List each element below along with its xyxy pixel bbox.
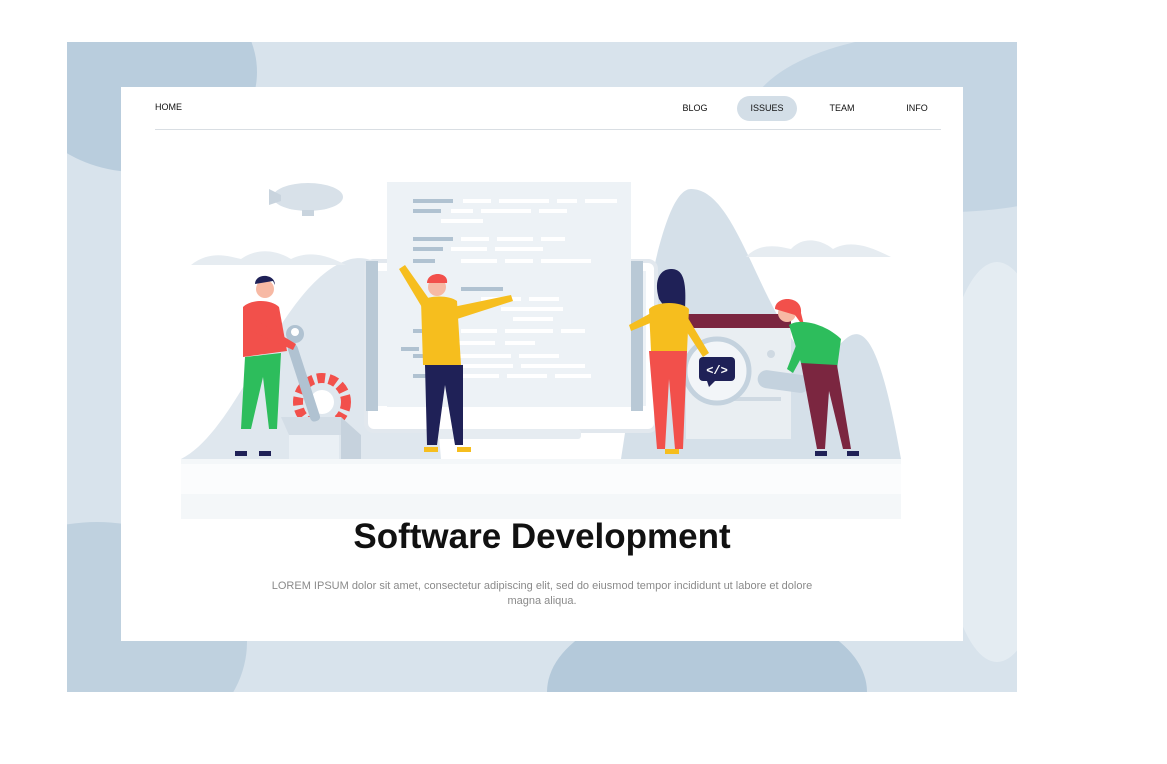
nav-info-link[interactable]: INFO	[887, 96, 947, 121]
nav-issues-link[interactable]: ISSUES	[737, 96, 797, 121]
nav-team-link[interactable]: TEAM	[812, 96, 872, 121]
landing-card: HOME BLOG ISSUES TEAM INFO </> Software …	[121, 87, 963, 641]
nav-blog-link[interactable]: BLOG	[665, 96, 725, 121]
code-badge-label: </>	[706, 364, 728, 378]
software-development-illustration: </>	[181, 182, 901, 519]
top-nav: HOME BLOG ISSUES TEAM INFO	[155, 87, 941, 130]
cloud-left	[191, 251, 346, 265]
hero-description: LOREM IPSUM dolor sit amet, consectetur …	[271, 580, 813, 607]
blimp-icon	[269, 183, 343, 216]
hero-title: Software Development	[353, 517, 731, 556]
nav-home-link[interactable]: HOME	[155, 102, 182, 112]
cloud-right	[746, 240, 891, 257]
